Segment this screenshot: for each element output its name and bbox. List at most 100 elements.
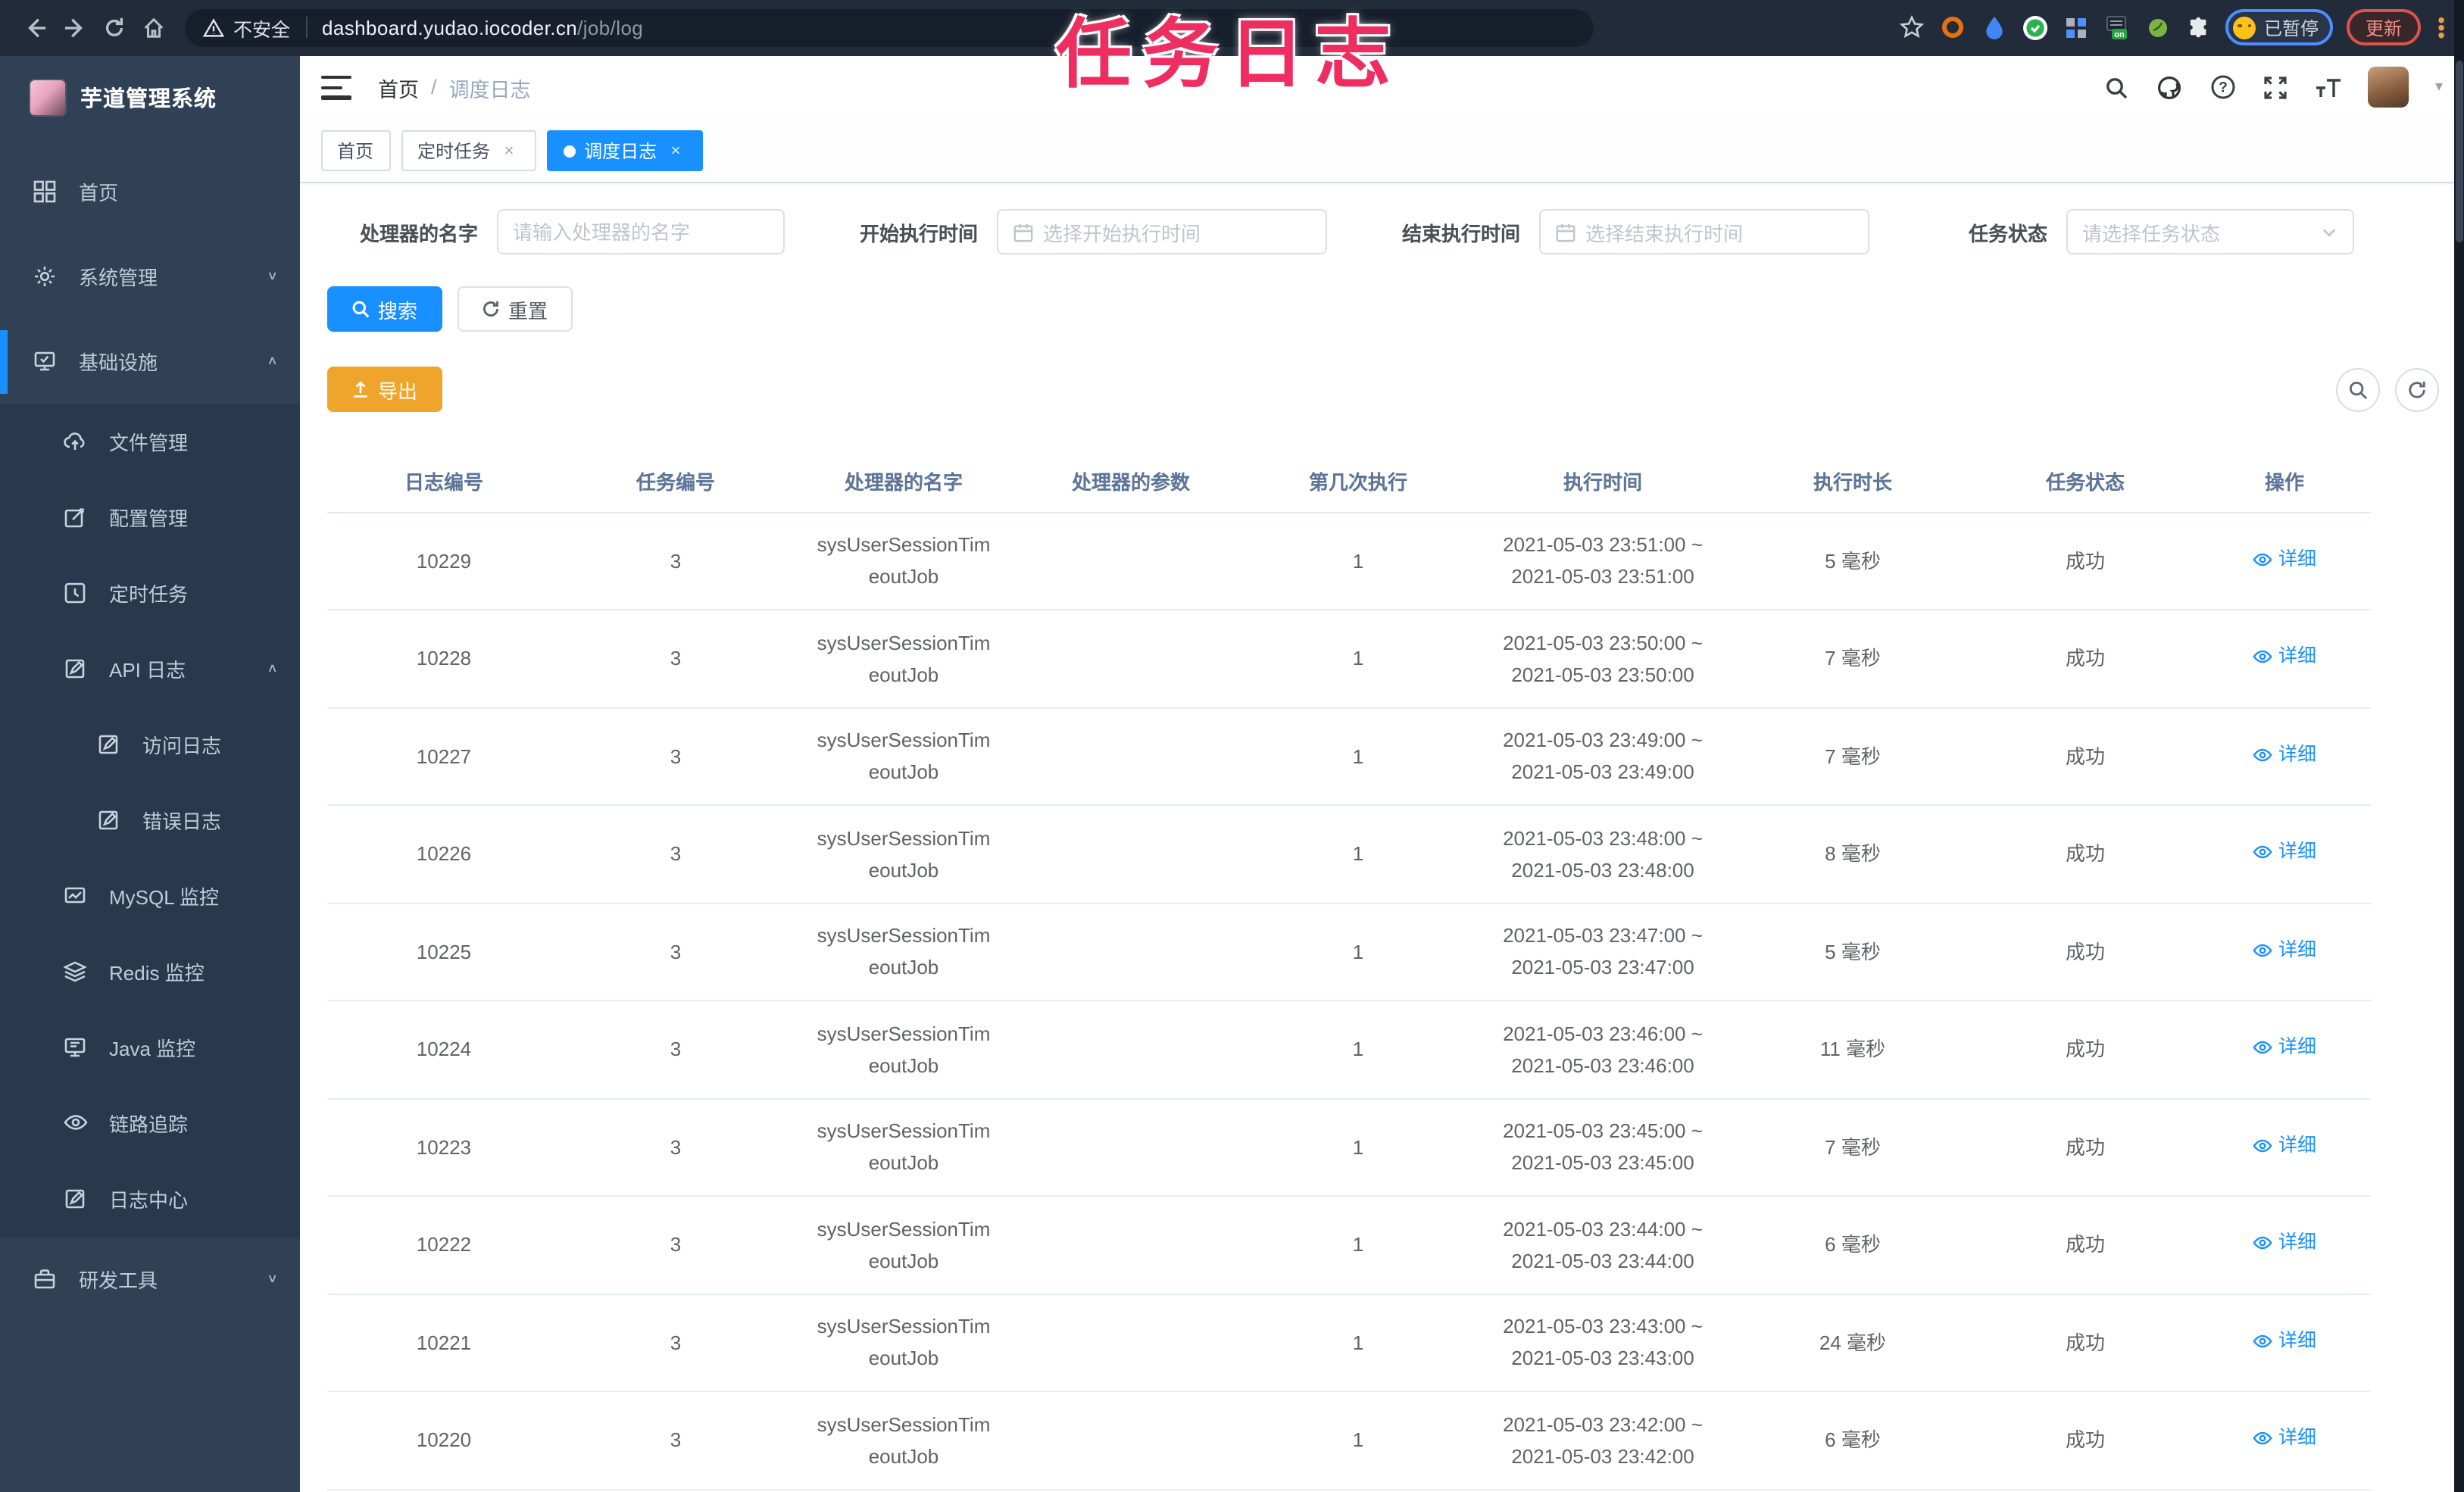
refresh-table-button[interactable] bbox=[2394, 367, 2438, 411]
menu-item-label: 文件管理 bbox=[109, 432, 189, 454]
detail-link[interactable]: 详细 bbox=[2253, 1228, 2316, 1259]
table-row: 10221 3 sysUserSessionTim eoutJob 1 2021-… bbox=[326, 1294, 2370, 1392]
browser-forward-button[interactable] bbox=[55, 8, 94, 48]
cell-handler-name: sysUserSessionTim eoutJob bbox=[790, 1000, 1017, 1099]
sidebar-menu-item[interactable]: 链路追踪 bbox=[0, 1085, 299, 1161]
close-icon[interactable]: × bbox=[666, 141, 685, 161]
filter-actions: 搜索 重置 bbox=[326, 286, 2438, 332]
menu-item-label: API 日志 bbox=[109, 659, 186, 682]
help-question-icon[interactable]: ? bbox=[2209, 74, 2237, 101]
sidebar-menu-item[interactable]: 配置管理 bbox=[0, 479, 299, 555]
detail-link[interactable]: 详细 bbox=[2253, 837, 2316, 869]
sidebar-menu-item[interactable]: API 日志 ∧ bbox=[0, 631, 299, 707]
cell-log-id: 10227 bbox=[326, 707, 561, 806]
sidebar-toggle-hamburger-icon[interactable] bbox=[320, 75, 351, 100]
end-time-picker[interactable]: 选择结束执行时间 bbox=[1538, 209, 1869, 254]
job-status-select[interactable]: 请选择任务状态 bbox=[2066, 209, 2353, 254]
extension-on-badge-icon[interactable]: on bbox=[2103, 14, 2131, 42]
header-search-icon[interactable] bbox=[2103, 74, 2131, 101]
close-icon[interactable]: × bbox=[499, 141, 519, 161]
detail-link[interactable]: 详细 bbox=[2253, 1423, 2316, 1455]
cell-duration: 7 毫秒 bbox=[1734, 707, 1972, 806]
detail-link[interactable]: 详细 bbox=[2253, 1032, 2316, 1064]
cell-handler-name: sysUserSessionTim eoutJob bbox=[790, 707, 1017, 806]
cell-duration: 7 毫秒 bbox=[1734, 1098, 1972, 1197]
tab-job-log[interactable]: 调度日志 × bbox=[546, 130, 703, 171]
export-button[interactable]: 导出 bbox=[326, 367, 442, 412]
menu-item-label: 配置管理 bbox=[109, 507, 189, 530]
detail-link[interactable]: 详细 bbox=[2253, 1325, 2316, 1357]
table-row: 10224 3 sysUserSessionTim eoutJob 1 2021-… bbox=[326, 1000, 2370, 1099]
browser-update-button[interactable]: 更新 bbox=[2347, 9, 2420, 46]
search-button[interactable]: 搜索 bbox=[326, 286, 442, 332]
gear-icon bbox=[33, 264, 58, 289]
browser-menu-kebab-icon[interactable]: • • • bbox=[2434, 9, 2449, 45]
cell-handler-name: sysUserSessionTim eoutJob bbox=[790, 805, 1017, 904]
cell-job-id: 3 bbox=[561, 1000, 790, 1099]
table-row: 10225 3 sysUserSessionTim eoutJob 1 2021-… bbox=[326, 903, 2370, 1001]
search-icon bbox=[2348, 380, 2367, 399]
cell-handler-param bbox=[1017, 1000, 1244, 1099]
sidebar-logo-row[interactable]: 芋道管理系统 bbox=[0, 64, 299, 131]
sidebar-menu-item[interactable]: Redis 监控 bbox=[0, 934, 299, 1010]
sidebar-menu-item[interactable]: 系统管理 ∨ bbox=[0, 234, 299, 319]
dashboard-icon bbox=[33, 179, 58, 204]
cell-actions: 详细 bbox=[2199, 610, 2370, 708]
browser-reload-button[interactable] bbox=[94, 8, 133, 48]
extension-orange-ring-icon[interactable] bbox=[1940, 14, 1967, 42]
detail-link[interactable]: 详细 bbox=[2253, 544, 2316, 576]
extension-grid-icon[interactable] bbox=[2063, 14, 2090, 42]
breadcrumb-home[interactable]: 首页 bbox=[378, 73, 419, 103]
cell-handler-name: sysUserSessionTim eoutJob bbox=[790, 512, 1017, 610]
scrollbar-thumb[interactable] bbox=[2455, 61, 2462, 242]
sidebar-menu-item[interactable]: 错误日志 bbox=[0, 782, 299, 858]
cell-handler-param bbox=[1017, 707, 1244, 806]
sidebar-menu-item[interactable]: 基础设施 ∧ bbox=[0, 319, 299, 404]
menu-item-label: 研发工具 bbox=[79, 1269, 158, 1292]
user-avatar[interactable] bbox=[2368, 67, 2409, 108]
cell-job-id: 3 bbox=[561, 1294, 790, 1392]
cell-job-id: 3 bbox=[561, 1391, 790, 1490]
reset-button[interactable]: 重置 bbox=[457, 286, 573, 332]
sidebar-menu-item[interactable]: Java 监控 bbox=[0, 1010, 299, 1085]
sidebar-menu-item[interactable]: 日志中心 bbox=[0, 1161, 299, 1237]
browser-profile-badge[interactable]: 已暂停 bbox=[2225, 9, 2334, 46]
sidebar-menu-item[interactable]: MySQL 监控 bbox=[0, 858, 299, 934]
github-icon[interactable] bbox=[2156, 74, 2184, 101]
extension-blue-drop-icon[interactable] bbox=[1981, 14, 2008, 42]
doc-edit-icon bbox=[97, 808, 121, 832]
window-scrollbar[interactable] bbox=[2453, 0, 2464, 1492]
sidebar-menu-item[interactable]: 定时任务 bbox=[0, 555, 299, 631]
extension-green-circle-icon[interactable] bbox=[2022, 14, 2049, 42]
active-dot-icon bbox=[563, 145, 576, 157]
extensions-puzzle-icon[interactable] bbox=[2185, 14, 2213, 42]
toggle-search-button[interactable] bbox=[2335, 367, 2379, 411]
job-log-table: 日志编号 任务编号 处理器的名字 处理器的参数 第几次执行 执行时间 执行时长 … bbox=[326, 450, 2370, 1490]
user-menu-caret-icon[interactable]: ▾ bbox=[2435, 80, 2443, 96]
svg-text:?: ? bbox=[2219, 80, 2228, 96]
cell-log-id: 10226 bbox=[326, 805, 561, 904]
cell-job-id: 3 bbox=[561, 610, 790, 708]
sidebar-menu-item[interactable]: 文件管理 bbox=[0, 404, 299, 479]
detail-link[interactable]: 详细 bbox=[2253, 739, 2316, 771]
start-time-picker[interactable]: 选择开始执行时间 bbox=[996, 209, 1326, 254]
sidebar-menu-item[interactable]: 首页 bbox=[0, 149, 299, 234]
table-body: 10229 3 sysUserSessionTim eoutJob 1 2021-… bbox=[326, 512, 2370, 1490]
sidebar-menu-item[interactable]: 访问日志 bbox=[0, 707, 299, 782]
sidebar-menu-item[interactable]: 研发工具 ∨ bbox=[0, 1237, 299, 1322]
tab-scheduled-jobs[interactable]: 定时任务 × bbox=[401, 130, 536, 171]
fullscreen-icon[interactable] bbox=[2263, 74, 2290, 101]
browser-back-button[interactable] bbox=[15, 8, 55, 48]
detail-link[interactable]: 详细 bbox=[2253, 935, 2316, 966]
detail-link[interactable]: 详细 bbox=[2253, 641, 2316, 673]
tab-home[interactable]: 首页 bbox=[320, 130, 391, 171]
detail-link[interactable]: 详细 bbox=[2253, 1130, 2316, 1162]
browser-home-button[interactable] bbox=[133, 8, 173, 48]
cell-execute-index: 1 bbox=[1244, 1294, 1472, 1392]
handler-name-input[interactable] bbox=[513, 220, 767, 243]
url-text[interactable]: dashboard.yudao.iocoder.cn/job/log bbox=[322, 17, 643, 39]
bookmark-star-icon[interactable] bbox=[1899, 14, 1926, 42]
extension-green-leaf-icon[interactable] bbox=[2144, 14, 2172, 42]
export-icon bbox=[353, 381, 367, 398]
font-size-icon[interactable] bbox=[2316, 74, 2343, 101]
